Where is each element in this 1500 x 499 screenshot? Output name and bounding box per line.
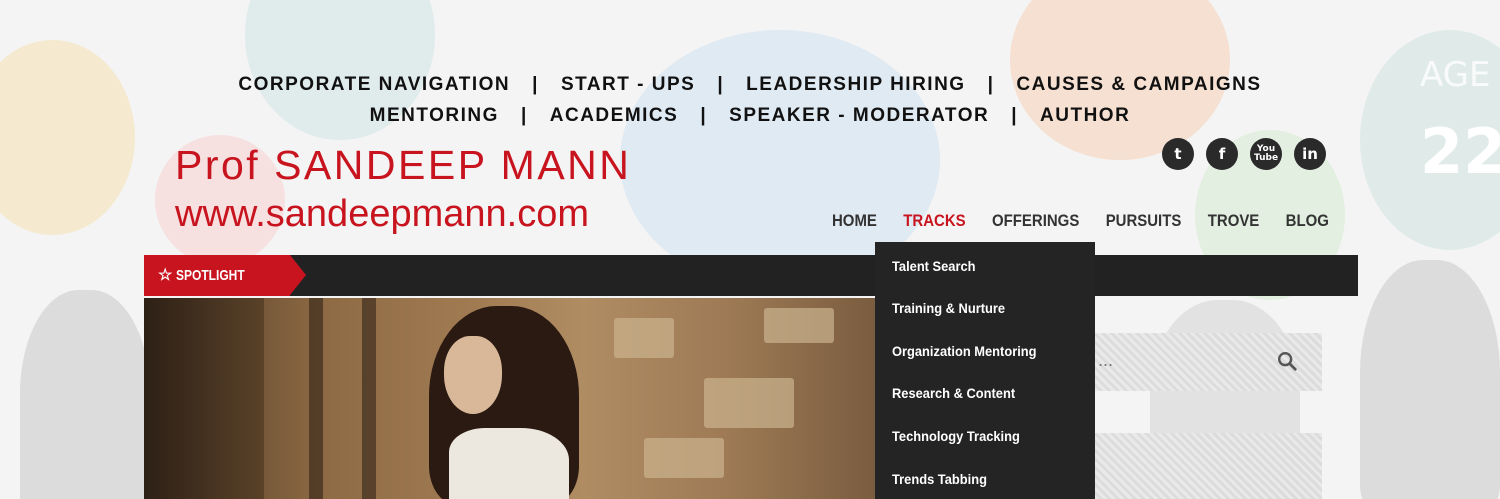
main-nav-tracks[interactable]: TRACKS: [903, 211, 965, 231]
top-nav-causes-campaigns[interactable]: CAUSES & CAMPAIGNS: [1016, 74, 1261, 95]
spotlight-label: SPOTLIGHT: [176, 267, 245, 284]
hero-person-shirt: [449, 428, 569, 499]
sidebar-widget-box: [1095, 433, 1322, 499]
main-nav: HOME TRACKS OFFERINGS PURSUITS TROVE BLO…: [832, 211, 1329, 231]
speech-bubble-search: [0, 40, 135, 235]
nav-separator: |: [987, 74, 995, 95]
main-nav-trove[interactable]: TROVE: [1208, 211, 1260, 231]
dropdown-item-training-nurture[interactable]: Training & Nurture: [892, 300, 1005, 316]
hero-wall-texture: [614, 318, 674, 358]
hero-wall-texture: [764, 308, 834, 343]
nav-separator: |: [700, 105, 708, 126]
brand-url-logo[interactable]: www.sandeepmann.com: [175, 193, 589, 236]
nav-separator: |: [717, 74, 725, 95]
twitter-icon[interactable]: t: [1162, 138, 1194, 170]
dropdown-item-technology-tracking[interactable]: Technology Tracking: [892, 428, 1020, 444]
dropdown-item-trends-tabbing[interactable]: Trends Tabbing: [892, 471, 987, 487]
person-silhouette-right: [1360, 260, 1500, 499]
top-nav-start-ups[interactable]: START - UPS: [561, 74, 695, 95]
dropdown-item-talent-search[interactable]: Talent Search: [892, 258, 976, 274]
brand-name-logo[interactable]: Prof SANDEEP MANN: [175, 142, 631, 189]
main-nav-home[interactable]: HOME: [832, 211, 877, 231]
spotlight-tag[interactable]: ☆ SPOTLIGHT: [144, 255, 290, 296]
hero-wall-texture: [704, 378, 794, 428]
person-silhouette-left: [20, 290, 150, 499]
hero-wall-shadow: [144, 298, 264, 499]
facebook-icon[interactable]: f: [1206, 138, 1238, 170]
spotlight-hero-image[interactable]: [144, 298, 876, 499]
hero-person-face: [444, 336, 502, 414]
dropdown-item-research-content[interactable]: Research & Content: [892, 385, 1015, 401]
youtube-icon[interactable]: You Tube: [1250, 138, 1282, 170]
star-icon: ☆: [158, 267, 173, 284]
search-icon[interactable]: [1276, 350, 1298, 372]
nav-separator: |: [1011, 105, 1019, 126]
dropdown-item-organization-mentoring[interactable]: Organization Mentoring: [892, 343, 1037, 359]
top-nav-author[interactable]: AUTHOR: [1040, 105, 1130, 126]
nav-separator: |: [520, 105, 528, 126]
top-nav-academics[interactable]: ACADEMICS: [550, 105, 679, 126]
tracks-dropdown-menu: Talent Search Training & Nurture Organiz…: [875, 242, 1095, 499]
top-nav-speaker-moderator[interactable]: SPEAKER - MODERATOR: [729, 105, 989, 126]
main-nav-pursuits[interactable]: PURSUITS: [1106, 211, 1182, 231]
spotlight-arrow: [290, 255, 306, 295]
top-nav-row-1: CORPORATE NAVIGATION | START - UPS | LEADERS…: [0, 74, 1500, 96]
top-nav-row-2: MENTORING | ACADEMICS | SPEAKER - MODERATOR |…: [0, 105, 1500, 127]
top-nav-mentoring[interactable]: MENTORING: [370, 105, 499, 126]
linkedin-icon[interactable]: in: [1294, 138, 1326, 170]
search-input[interactable]: ...: [1098, 350, 1113, 371]
main-nav-blog[interactable]: BLOG: [1286, 211, 1329, 231]
hero-pillar: [362, 298, 376, 499]
top-nav-leadership-hiring[interactable]: LEADERSHIP HIRING: [746, 74, 965, 95]
main-nav-offerings[interactable]: OFFERINGS: [992, 211, 1079, 231]
nav-separator: |: [532, 74, 539, 95]
top-nav-corporate-navigation[interactable]: CORPORATE NAVIGATION: [238, 74, 510, 95]
hero-pillar: [309, 298, 323, 499]
social-icons: t f You Tube in: [1162, 138, 1326, 170]
hero-wall-texture: [644, 438, 724, 478]
spotlight-bar: [144, 255, 1358, 296]
